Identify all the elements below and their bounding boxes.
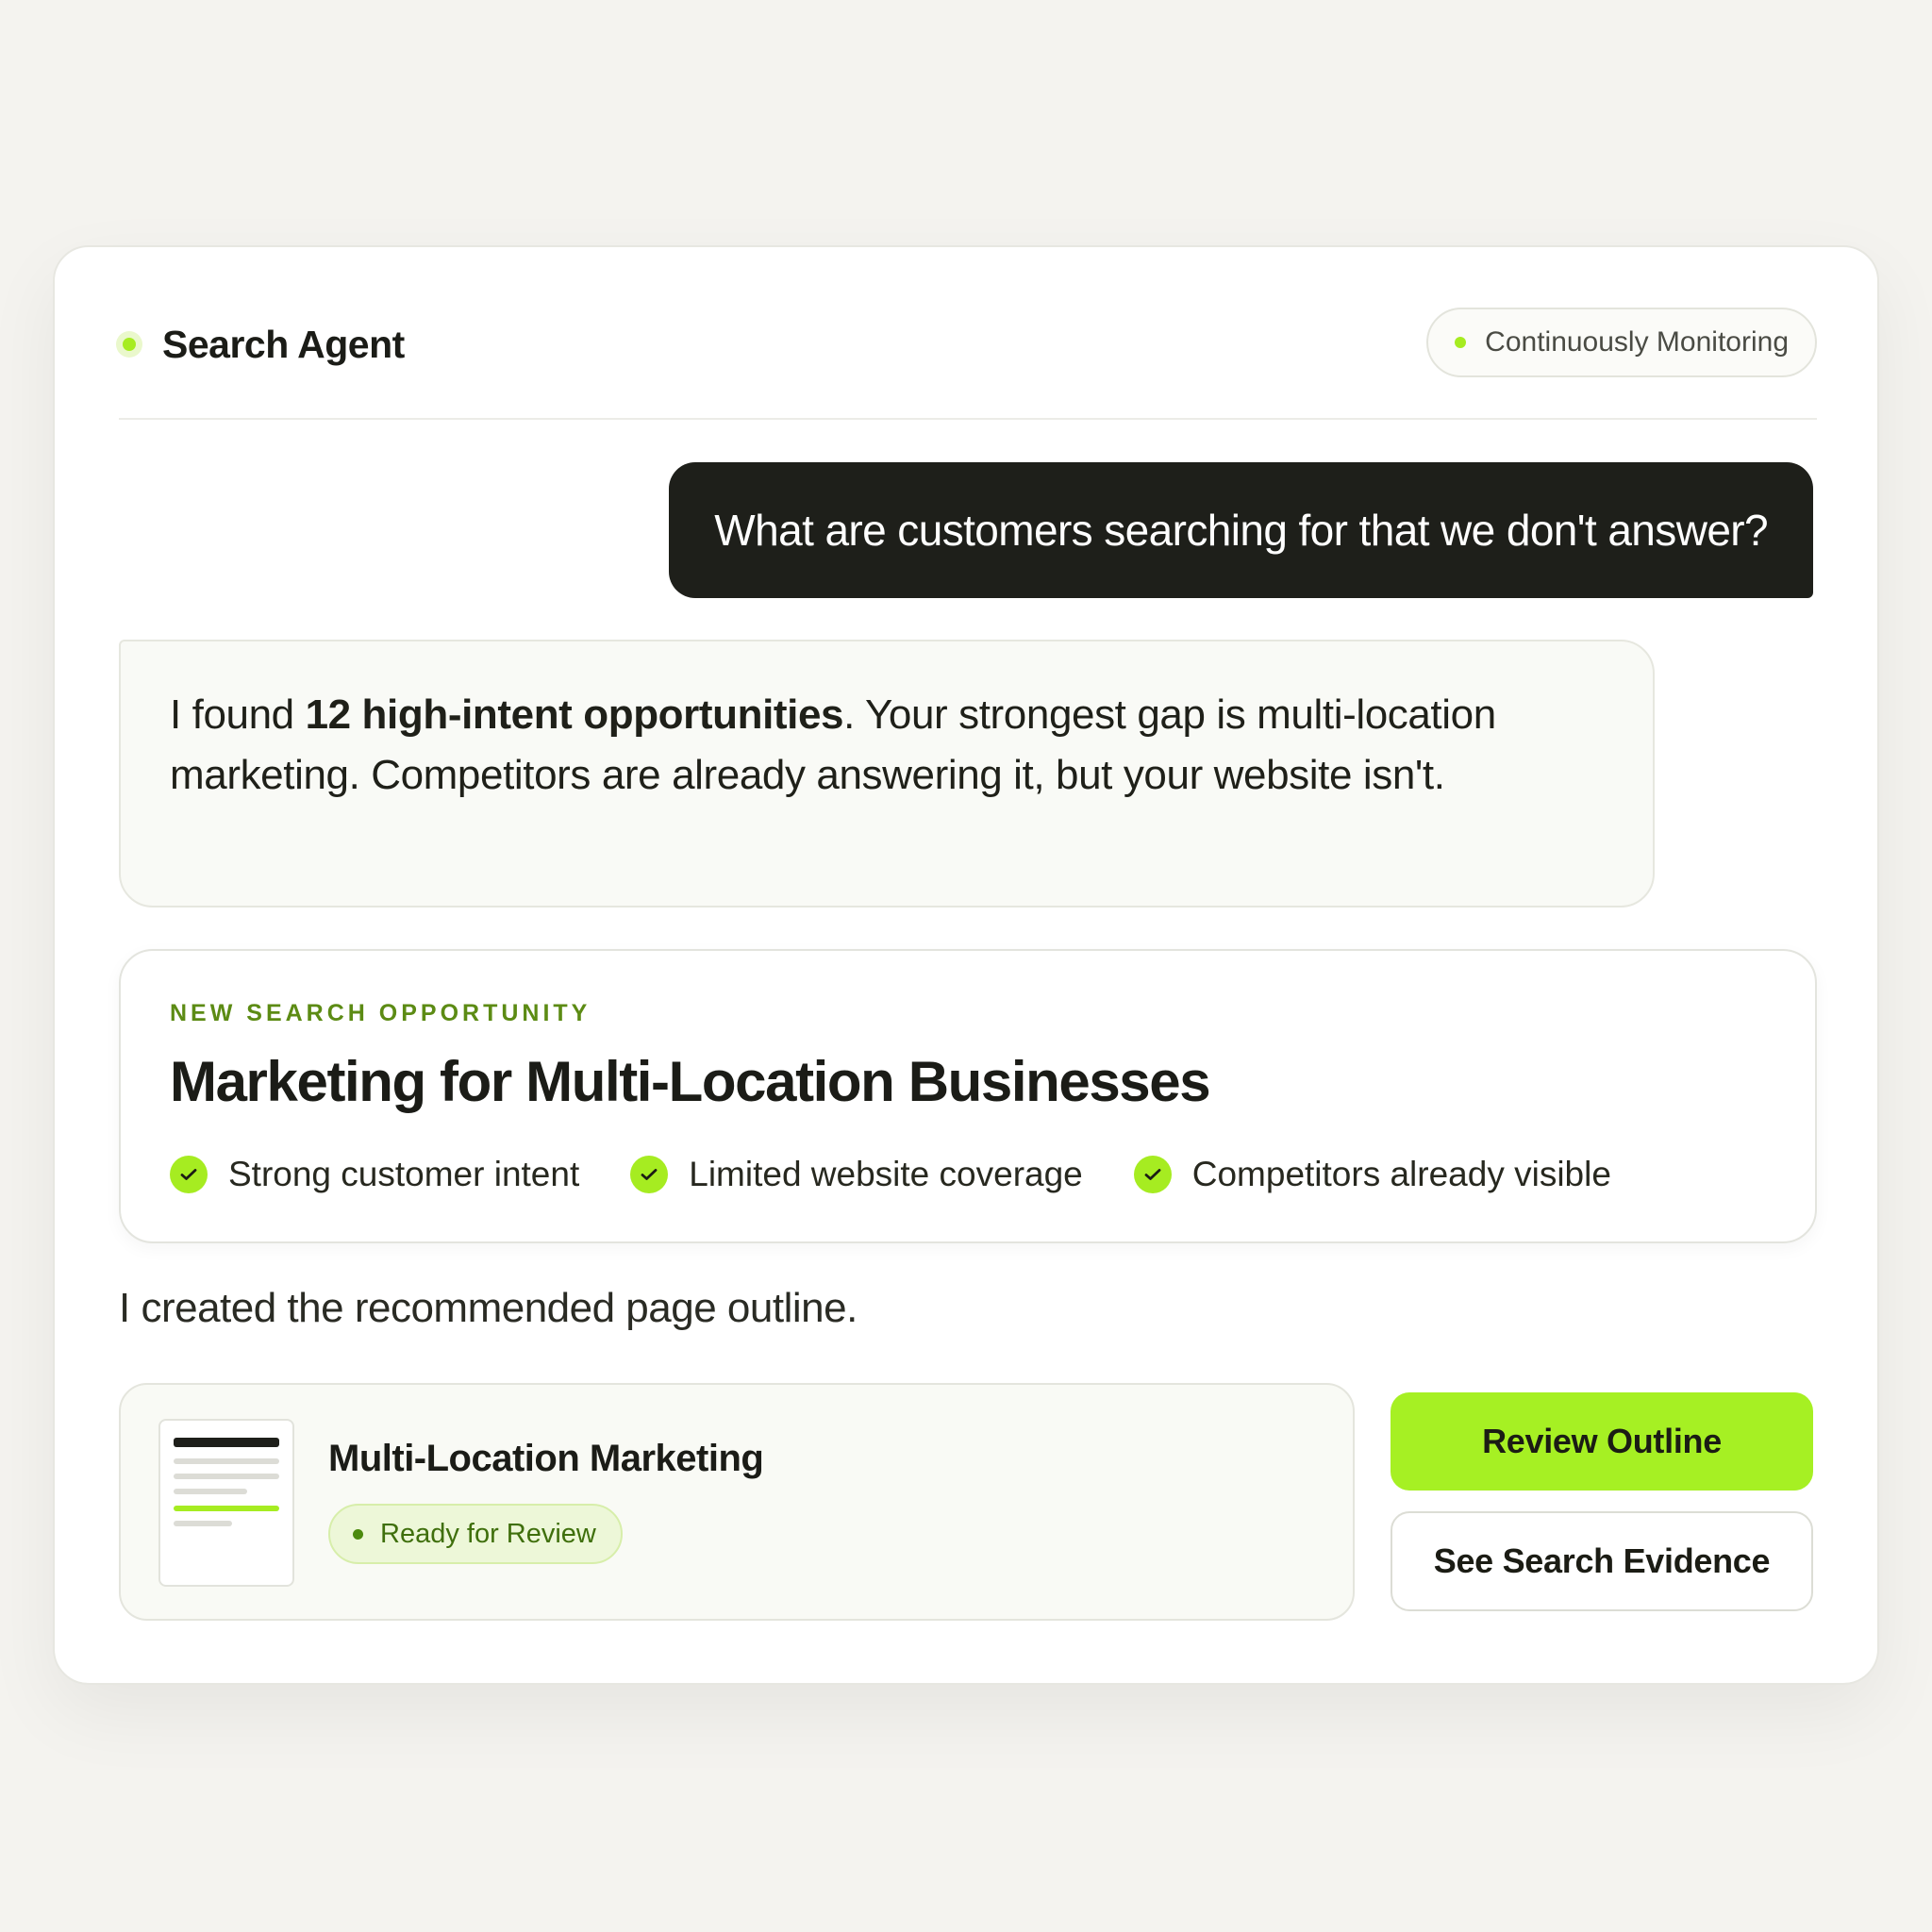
- agent-reply-text: I found 12 high-intent opportunities. Yo…: [170, 685, 1604, 806]
- agent-name: Search Agent: [162, 322, 405, 366]
- check-circle-icon: [1133, 1156, 1172, 1193]
- check-circle-icon: [630, 1156, 669, 1193]
- opportunity-eyebrow: NEW SEARCH OPPORTUNITY: [170, 1000, 591, 1026]
- agent-reply-bubble: I found 12 high-intent opportunities. Yo…: [119, 640, 1655, 908]
- document-thumbnail-icon: [158, 1419, 294, 1587]
- check-label: Strong customer intent: [228, 1155, 580, 1193]
- check-label: Limited website coverage: [689, 1155, 1083, 1193]
- check-item-coverage: Limited website coverage: [630, 1155, 1083, 1194]
- agent-reply-prefix: I found: [170, 691, 306, 738]
- check-circle-icon: [170, 1156, 208, 1193]
- review-outline-button[interactable]: Review Outline: [1391, 1392, 1813, 1491]
- status-dot-icon: [1455, 337, 1467, 348]
- opportunity-title: Marketing for Multi-Location Businesses: [170, 1050, 1211, 1113]
- ready-status-badge: Ready for Review: [328, 1504, 623, 1564]
- check-label: Competitors already visible: [1191, 1155, 1611, 1193]
- user-message-text: What are customers searching for that we…: [714, 506, 1768, 555]
- doc-highlight-line: [174, 1506, 279, 1511]
- header-divider: [119, 418, 1817, 420]
- agent-reply-highlight: 12 high-intent opportunities: [305, 691, 844, 738]
- monitoring-status-text: Continuously Monitoring: [1485, 326, 1789, 358]
- status-dot-icon: [353, 1528, 363, 1540]
- agent-card: Search Agent Continuously Monitoring Wha…: [53, 245, 1879, 1685]
- monitoring-status-badge: Continuously Monitoring: [1426, 308, 1817, 377]
- outline-intro-text: I created the recommended page outline.: [119, 1285, 858, 1331]
- agent-status-dot-icon: [123, 338, 136, 351]
- check-item-intent: Strong customer intent: [170, 1155, 579, 1194]
- outline-name: Multi-Location Marketing: [328, 1438, 764, 1479]
- outline-file-card[interactable]: Multi-Location Marketing Ready for Revie…: [119, 1383, 1355, 1621]
- doc-title-line: [174, 1438, 279, 1447]
- card-header: Search Agent Continuously Monitoring: [119, 308, 1817, 381]
- doc-text-line: [174, 1489, 247, 1494]
- opportunity-card: NEW SEARCH OPPORTUNITY Marketing for Mul…: [119, 949, 1817, 1243]
- agent-identity: Search Agent: [119, 308, 405, 381]
- opportunity-checklist: Strong customer intent Limited website c…: [170, 1155, 1662, 1194]
- check-item-competitors: Competitors already visible: [1133, 1155, 1611, 1194]
- doc-text-line: [174, 1458, 279, 1464]
- doc-text-line: [174, 1521, 232, 1526]
- see-search-evidence-button[interactable]: See Search Evidence: [1391, 1511, 1813, 1611]
- ready-status-text: Ready for Review: [380, 1518, 596, 1549]
- doc-text-line: [174, 1474, 279, 1479]
- user-message-bubble: What are customers searching for that we…: [669, 462, 1813, 598]
